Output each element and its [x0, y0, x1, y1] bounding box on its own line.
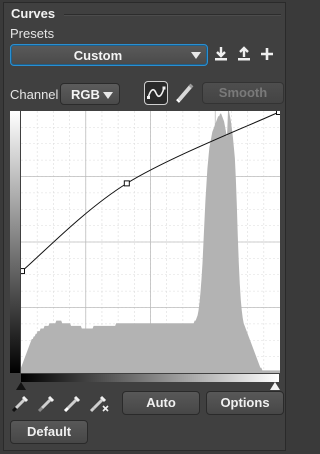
section-header: Curves [4, 3, 285, 23]
curve-tool-icon [145, 86, 167, 108]
presets-selected-value: Custom [73, 48, 123, 63]
black-point-eyedropper-icon[interactable] [10, 392, 32, 414]
white-point-slider[interactable] [270, 382, 280, 390]
chevron-down-icon [191, 52, 201, 59]
options-button[interactable]: Options [206, 391, 284, 415]
curves-panel: Curves Presets Custom Channel RGB Smooth… [3, 2, 286, 451]
pencil-tool-icon [174, 83, 198, 109]
presets-label: Presets [10, 26, 55, 41]
curve-tool-button[interactable] [144, 81, 168, 105]
curve-control-point[interactable] [21, 268, 25, 275]
section-divider [64, 14, 281, 16]
smooth-button[interactable]: Smooth [202, 82, 284, 104]
curve-control-point[interactable] [123, 180, 130, 187]
curve-graph[interactable] [10, 111, 280, 373]
download-icon[interactable] [212, 45, 230, 63]
channel-selected-value: RGB [71, 87, 100, 102]
channel-dropdown[interactable]: RGB [60, 83, 120, 105]
plus-icon[interactable] [258, 45, 276, 63]
channel-label: Channel [10, 87, 59, 102]
default-button[interactable]: Default [10, 420, 88, 444]
output-gradient-bar [10, 111, 20, 373]
section-title: Curves [11, 6, 56, 21]
white-point-eyedropper-icon[interactable] [62, 392, 84, 414]
curve-plot-area[interactable] [21, 111, 280, 373]
auto-button[interactable]: Auto [122, 391, 200, 415]
gray-point-eyedropper-icon[interactable] [36, 392, 58, 414]
chevron-down-icon [103, 92, 113, 99]
presets-dropdown[interactable]: Custom [10, 44, 208, 66]
remove-eyedropper-icon[interactable] [88, 392, 110, 414]
pencil-tool-button[interactable] [174, 81, 198, 105]
curve-control-point[interactable] [276, 111, 281, 115]
upload-icon[interactable] [235, 45, 253, 63]
black-point-slider[interactable] [16, 382, 26, 390]
input-gradient-bar [21, 374, 279, 382]
